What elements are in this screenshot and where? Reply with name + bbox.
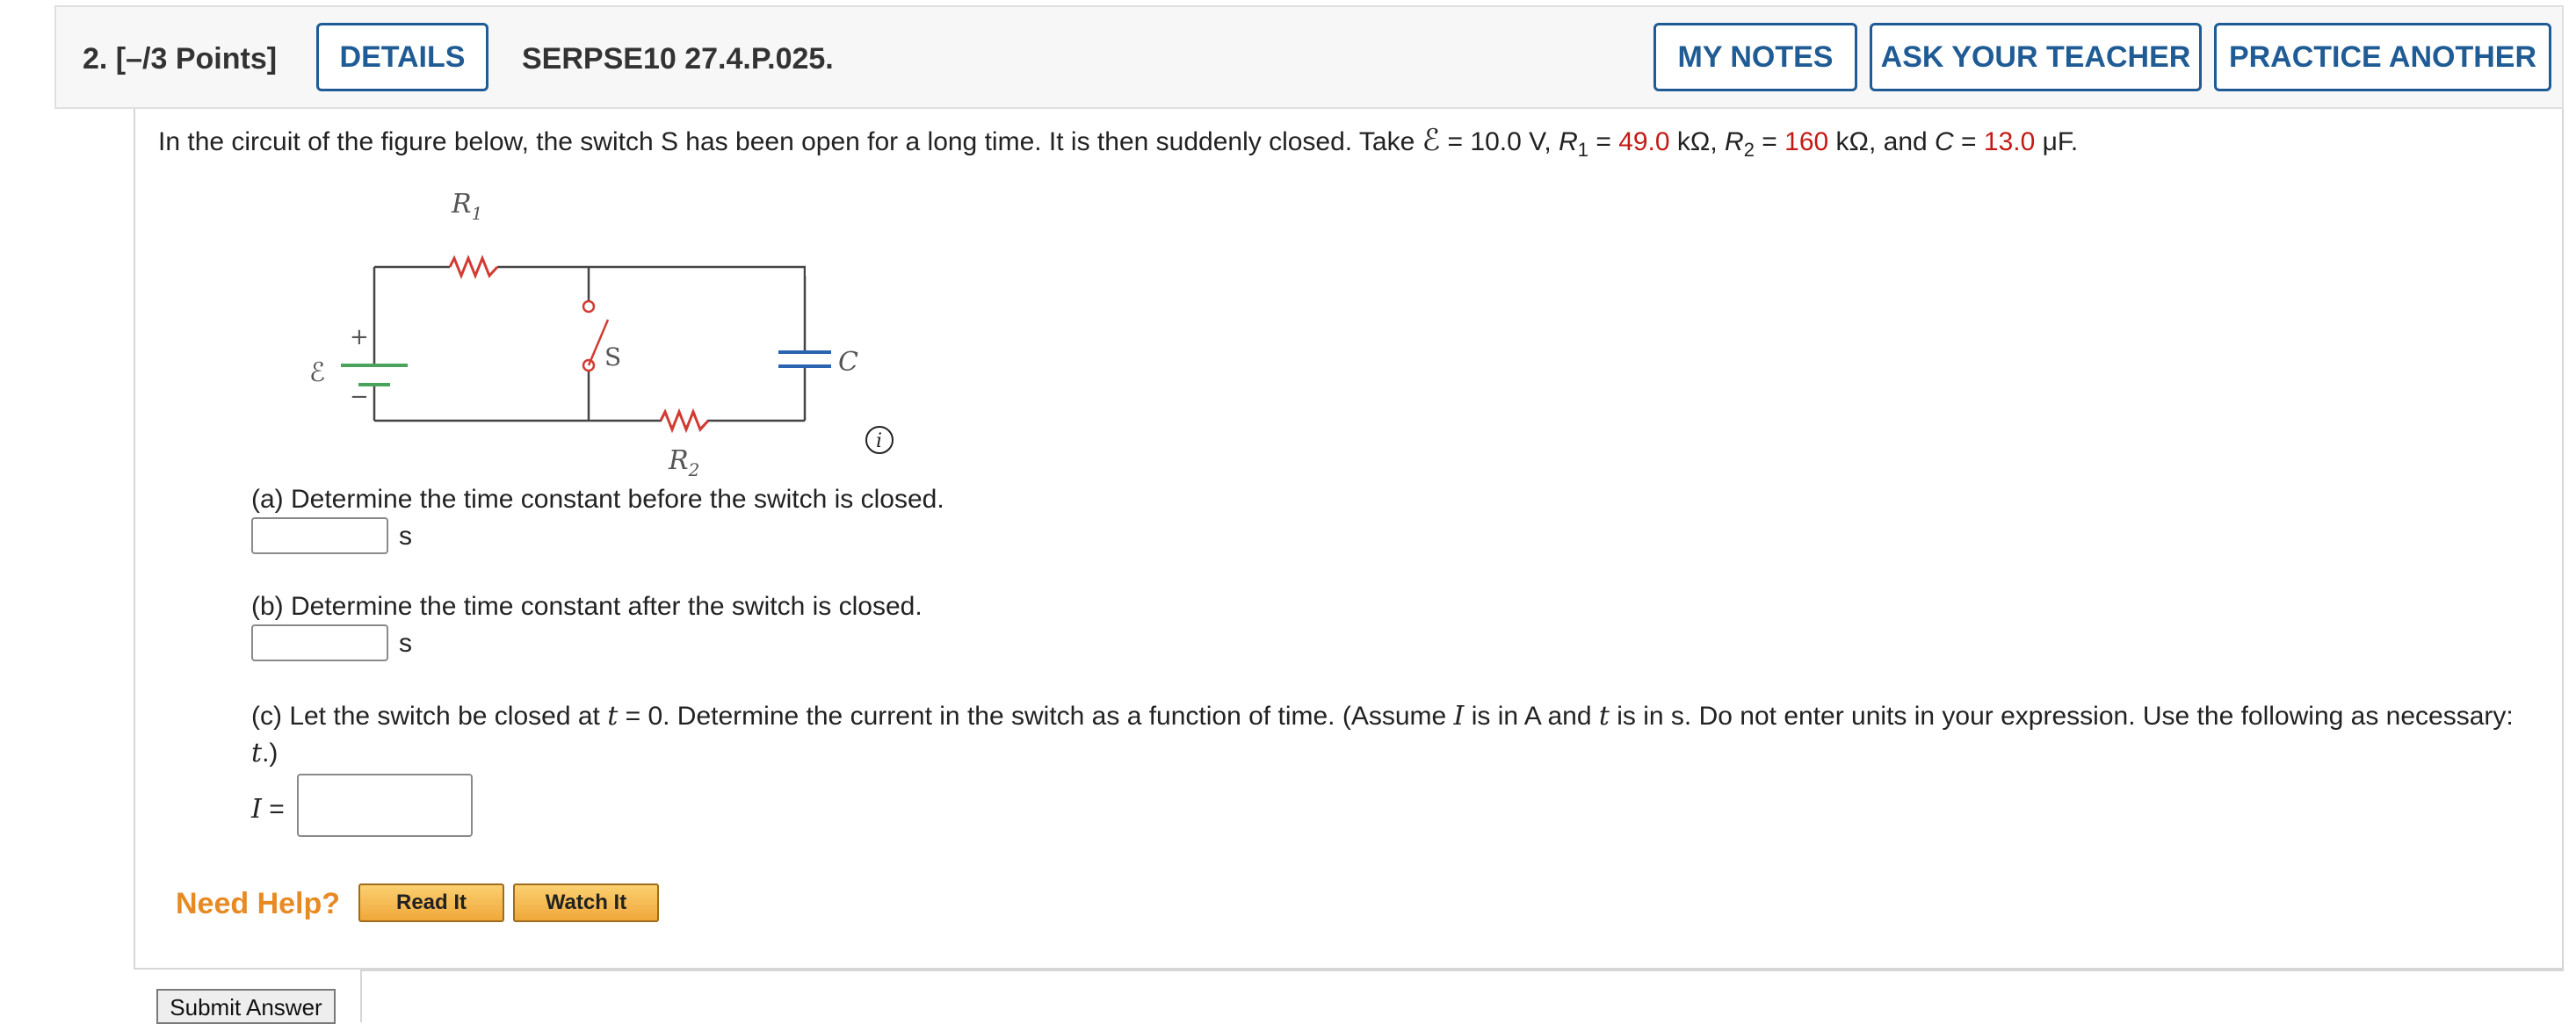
part-c-text-3: is in A and bbox=[1464, 702, 1599, 731]
submit-answer-button[interactable]: Submit Answer bbox=[156, 989, 336, 1024]
question-number: 2. [–/3 Points] bbox=[83, 42, 278, 76]
switch-label: S bbox=[604, 343, 621, 371]
part-c-line2-end: .) bbox=[262, 739, 279, 768]
r1-unit: kΩ, bbox=[1669, 127, 1726, 156]
r2-symbol: R bbox=[1725, 127, 1744, 156]
part-b-unit: s bbox=[399, 629, 412, 658]
part-c-var-i: I bbox=[1453, 701, 1465, 732]
r2-value: 160 bbox=[1784, 127, 1829, 156]
emf-symbol: ℰ bbox=[1422, 123, 1441, 158]
r1-equals: = bbox=[1588, 127, 1619, 156]
part-c-input-var: I bbox=[251, 794, 262, 825]
lower-panel bbox=[360, 970, 2564, 1022]
wire-mask bbox=[806, 258, 926, 276]
part-a-answer-input[interactable] bbox=[251, 517, 388, 554]
part-c-line2-var: t bbox=[251, 738, 263, 768]
part-c-var-t2: t bbox=[1598, 701, 1610, 732]
part-c-input-eq: = bbox=[261, 795, 285, 824]
r1-subscript: 1 bbox=[1577, 139, 1588, 161]
info-icon[interactable]: i bbox=[865, 425, 894, 455]
part-b-question: (b) Determine the time constant after th… bbox=[251, 592, 923, 621]
problem-statement: In the circuit of the figure below, the … bbox=[158, 123, 2078, 162]
r2-equals: = bbox=[1754, 127, 1785, 156]
part-c-text-2: = 0. Determine the current in the switch… bbox=[618, 702, 1454, 731]
r1-label: R1 bbox=[451, 189, 482, 224]
svg-text:i: i bbox=[876, 430, 882, 452]
switch-top-terminal bbox=[582, 299, 596, 314]
practice-another-button[interactable]: PRACTICE ANOTHER bbox=[2214, 23, 2551, 91]
question-id: SERPSE10 27.4.P.025. bbox=[522, 42, 834, 76]
part-b-answer-input[interactable] bbox=[251, 624, 388, 661]
need-help-label: Need Help? bbox=[176, 887, 341, 920]
problem-intro: In the circuit of the figure below, the … bbox=[158, 127, 1422, 156]
c-symbol: C bbox=[1935, 127, 1954, 156]
r2-label: R2 bbox=[668, 445, 699, 478]
watch-it-button[interactable]: Watch It bbox=[513, 883, 659, 922]
part-c-answer-input[interactable] bbox=[297, 774, 473, 837]
emf-label: ℰ bbox=[309, 357, 325, 388]
part-a-unit: s bbox=[399, 522, 412, 551]
r2-subscript: 2 bbox=[1743, 139, 1755, 161]
circuit-wires bbox=[373, 265, 926, 422]
r1-symbol: R bbox=[1559, 127, 1578, 156]
resistor-r1 bbox=[448, 254, 499, 280]
plus-sign: + bbox=[350, 324, 369, 350]
minus-sign: − bbox=[350, 384, 369, 410]
part-c-question-line2: t.) bbox=[251, 738, 278, 768]
c-equals: = bbox=[1953, 127, 1984, 156]
part-c-question: (c) Let the switch be closed at t = 0. D… bbox=[251, 701, 2514, 732]
question-content: In the circuit of the figure below, the … bbox=[134, 109, 2564, 970]
r1-value: 49.0 bbox=[1618, 127, 1670, 156]
c-unit: μF. bbox=[2035, 127, 2079, 156]
details-button[interactable]: DETAILS bbox=[316, 23, 488, 91]
part-c-text-1: (c) Let the switch be closed at bbox=[251, 702, 608, 731]
c-value: 13.0 bbox=[1983, 127, 2036, 156]
ask-teacher-button[interactable]: ASK YOUR TEACHER bbox=[1870, 23, 2202, 91]
part-c-input-label: I = bbox=[251, 794, 285, 825]
my-notes-button[interactable]: MY NOTES bbox=[1653, 23, 1857, 91]
part-c-var-t: t bbox=[607, 701, 619, 732]
read-it-button[interactable]: Read It bbox=[358, 883, 504, 922]
question-header: 2. [–/3 Points] DETAILS SERPSE10 27.4.P.… bbox=[54, 5, 2564, 109]
emf-value: = 10.0 V, bbox=[1440, 127, 1559, 156]
circuit-diagram: R1 R2 ℰ + − S C bbox=[309, 189, 926, 478]
r2-unit: kΩ, and bbox=[1828, 127, 1936, 156]
part-c-text-4: is in s. Do not enter units in your expr… bbox=[1609, 702, 2514, 731]
part-a-question: (a) Determine the time constant before t… bbox=[251, 485, 944, 514]
capacitor-label: C bbox=[838, 347, 858, 378]
